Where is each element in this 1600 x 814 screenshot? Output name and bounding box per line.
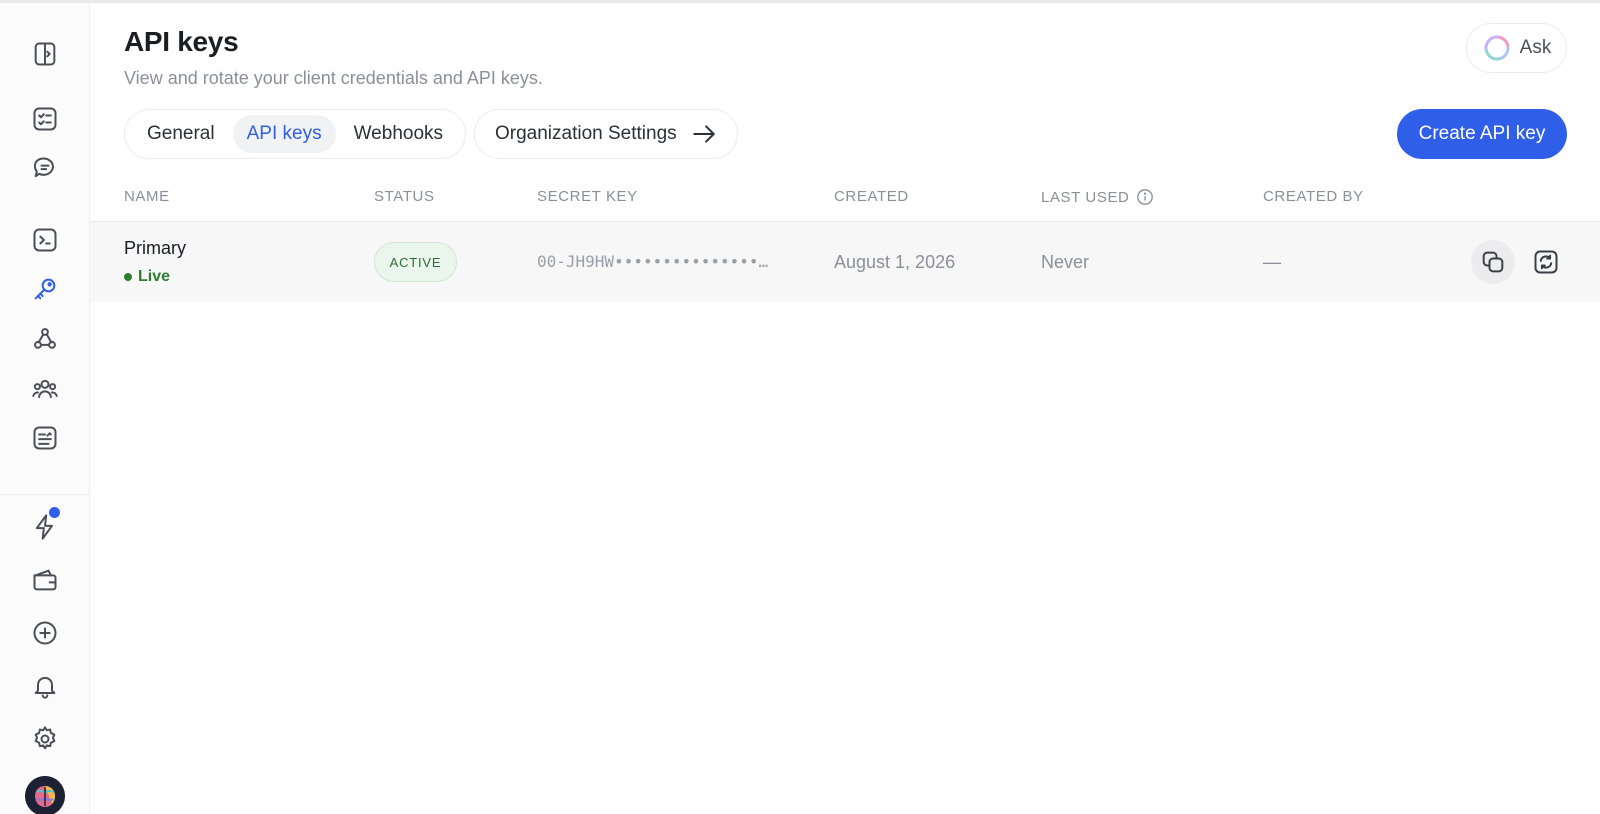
webhook-icon[interactable] (24, 318, 66, 360)
terminal-icon[interactable] (24, 219, 66, 261)
key-icon[interactable] (24, 268, 66, 310)
plus-circle-icon[interactable] (24, 612, 66, 654)
ask-label: Ask (1519, 37, 1552, 58)
copy-key-button[interactable] (1471, 240, 1515, 284)
wallet-icon[interactable] (24, 559, 66, 601)
checklist-icon[interactable] (24, 98, 66, 140)
info-icon[interactable] (1136, 188, 1154, 206)
rotate-icon (1534, 250, 1558, 274)
secret-key: 00-JH9HW•••••••••••••••… (537, 252, 769, 271)
page-subtitle: View and rotate your client credentials … (124, 68, 543, 88)
column-header-secret-key: SECRET KEY (537, 188, 638, 205)
settings-tabs: General API keys Webhooks (124, 109, 467, 159)
notification-dot (49, 507, 60, 518)
page-title: API keys (124, 26, 239, 57)
status-badge: ACTIVE (374, 242, 457, 282)
copy-icon (1482, 251, 1504, 273)
report-icon[interactable] (24, 417, 66, 459)
ask-logo-icon (1484, 35, 1510, 61)
organization-settings-label: Organization Settings (495, 123, 677, 144)
tab-general[interactable]: General (133, 115, 229, 153)
column-header-last-used-label: LAST USED (1041, 188, 1130, 206)
column-header-status: STATUS (374, 188, 435, 205)
environment-indicator: Live (124, 268, 170, 286)
column-header-name: NAME (124, 188, 170, 205)
table-header: NAME STATUS SECRET KEY CREATED LAST USED… (90, 178, 1600, 222)
ask-button[interactable]: Ask (1466, 23, 1567, 73)
sidebar-toggle-icon[interactable] (24, 33, 66, 75)
created-date: August 1, 2026 (834, 252, 956, 272)
tab-webhooks[interactable]: Webhooks (340, 115, 457, 153)
column-header-created: CREATED (834, 188, 909, 205)
column-header-last-used: LAST USED (1041, 188, 1154, 206)
column-header-created-by: CREATED BY (1263, 188, 1364, 205)
top-border (0, 0, 1600, 3)
sidebar (0, 3, 90, 814)
chat-icon[interactable] (24, 147, 66, 189)
bolt-icon[interactable] (24, 506, 66, 548)
environment-label: Live (138, 268, 171, 285)
sidebar-divider (0, 494, 90, 495)
key-name: Primary (124, 238, 186, 258)
tab-api-keys[interactable]: API keys (232, 115, 336, 153)
created-by: — (1263, 252, 1281, 272)
organization-settings-link[interactable]: Organization Settings (474, 109, 738, 159)
last-used: Never (1041, 252, 1090, 272)
settings-icon[interactable] (24, 718, 66, 760)
rotate-key-button[interactable] (1524, 240, 1568, 284)
arrow-right-icon (692, 125, 715, 143)
bell-icon[interactable] (24, 665, 66, 707)
create-api-key-button[interactable]: Create API key (1397, 109, 1567, 159)
table-row[interactable]: Primary Live ACTIVE 00-JH9HW••••••••••••… (90, 222, 1600, 302)
avatar[interactable] (25, 776, 65, 814)
team-icon[interactable] (24, 368, 66, 410)
live-dot (124, 273, 132, 281)
